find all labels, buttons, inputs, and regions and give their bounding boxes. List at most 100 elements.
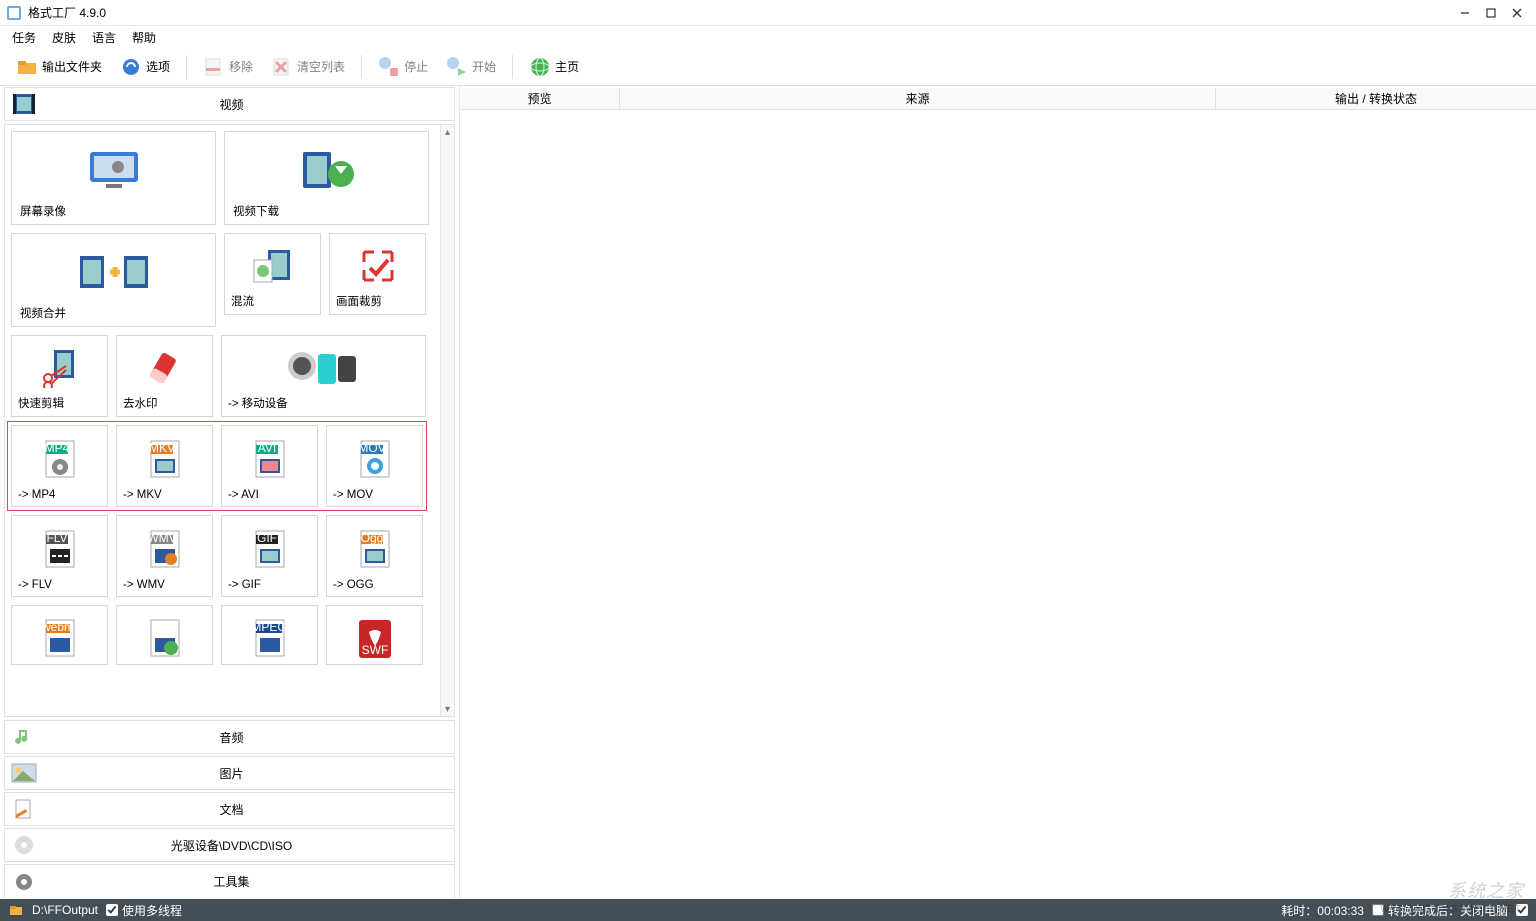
output-path[interactable]: D:\FFOutput: [32, 903, 98, 917]
app-icon: [6, 5, 22, 21]
tile-to-mkv[interactable]: MKV -> MKV: [116, 425, 213, 507]
3gp-file-icon: [143, 614, 187, 664]
options-icon: [120, 56, 142, 78]
tile-to-3gp[interactable]: [116, 605, 213, 665]
remove-label: 移除: [229, 58, 253, 75]
remove-button[interactable]: 移除: [197, 53, 259, 81]
close-button[interactable]: [1504, 3, 1530, 23]
tile-label: -> 移动设备: [222, 391, 425, 416]
shutdown-toggle[interactable]: 转换完成后：关闭电脑: [1372, 902, 1508, 919]
avi-file-icon: AVI: [248, 434, 292, 485]
output-folder-button[interactable]: 输出文件夹: [10, 53, 108, 81]
film-icon: [9, 91, 39, 117]
maximize-button[interactable]: [1478, 3, 1504, 23]
tile-to-ogg[interactable]: Ogg -> OGG: [326, 515, 423, 597]
tile-label: 去水印: [117, 391, 212, 416]
task-list-body[interactable]: [460, 110, 1536, 899]
stop-icon: [378, 56, 400, 78]
category-document[interactable]: 文档: [4, 792, 455, 826]
svg-text:AVI: AVI: [257, 441, 275, 455]
tile-label: 屏幕录像: [12, 199, 215, 224]
start-icon: [446, 56, 468, 78]
menu-task[interactable]: 任务: [12, 29, 36, 46]
menu-language[interactable]: 语言: [92, 29, 116, 46]
tile-to-webm[interactable]: webm: [11, 605, 108, 665]
mp4-file-icon: MP4: [38, 434, 82, 485]
gif-file-icon: GIF: [248, 524, 292, 575]
folder-small-icon[interactable]: [8, 902, 24, 918]
category-video[interactable]: 视频: [4, 87, 455, 121]
tile-to-mobile[interactable]: -> 移动设备: [221, 335, 426, 417]
scroll-up-icon[interactable]: ▴: [441, 125, 455, 139]
column-source[interactable]: 来源: [620, 88, 1216, 109]
multithread-toggle[interactable]: 使用多线程: [106, 902, 182, 919]
svg-text:MPEG: MPEG: [251, 620, 286, 634]
category-toolkit-label: 工具集: [39, 873, 454, 890]
tile-to-wmv[interactable]: WMV -> WMV: [116, 515, 213, 597]
category-disc[interactable]: 光驱设备\DVD\CD\ISO: [4, 828, 455, 862]
tile-crop[interactable]: 画面裁剪: [329, 233, 426, 315]
clear-button[interactable]: 清空列表: [265, 53, 351, 81]
tile-to-gif[interactable]: GIF -> GIF: [221, 515, 318, 597]
svg-text:webm: webm: [40, 620, 73, 634]
stop-button[interactable]: 停止: [372, 53, 434, 81]
category-document-label: 文档: [39, 801, 454, 818]
shutdown-checkbox[interactable]: [1372, 904, 1384, 916]
eraser-icon: [145, 344, 185, 391]
tile-to-mpeg[interactable]: MPEG: [221, 605, 318, 665]
start-button[interactable]: 开始: [440, 53, 502, 81]
tile-screen-record[interactable]: 屏幕录像: [11, 131, 216, 225]
multithread-checkbox[interactable]: [106, 904, 118, 916]
tile-quick-cut[interactable]: 快速剪辑: [11, 335, 108, 417]
menu-help[interactable]: 帮助: [132, 29, 156, 46]
highlighted-format-row: MP4 -> MP4 MKV -> MKV AVI -> AVI MOV: [7, 421, 427, 511]
category-disc-label: 光驱设备\DVD\CD\ISO: [39, 837, 454, 854]
menu-skin[interactable]: 皮肤: [52, 29, 76, 46]
toolbar-separator: [512, 55, 513, 79]
ogg-file-icon: Ogg: [353, 524, 397, 575]
video-tiles: 屏幕录像 视频下载 视频合并 混流: [5, 125, 440, 671]
tile-label: 视频合并: [12, 301, 215, 326]
tile-to-avi[interactable]: AVI -> AVI: [221, 425, 318, 507]
mov-file-icon: MOV: [353, 434, 397, 485]
tile-to-swf[interactable]: SWF: [326, 605, 423, 665]
home-label: 主页: [555, 58, 579, 75]
category-toolkit[interactable]: 工具集: [4, 864, 455, 898]
second-status-toggle[interactable]: [1516, 904, 1528, 916]
mobile-devices-icon: [284, 344, 364, 391]
scroll-down-icon[interactable]: ▾: [441, 702, 455, 716]
tile-label: 混流: [225, 289, 320, 314]
svg-text:MOV: MOV: [358, 441, 385, 455]
options-button[interactable]: 选项: [114, 53, 176, 81]
tile-remove-watermark[interactable]: 去水印: [116, 335, 213, 417]
tile-video-download[interactable]: 视频下载: [224, 131, 429, 225]
picture-icon: [9, 760, 39, 786]
home-button[interactable]: 主页: [523, 53, 585, 81]
tile-to-mp4[interactable]: MP4 -> MP4: [11, 425, 108, 507]
tile-label: -> FLV: [12, 575, 107, 596]
toolbar-separator: [361, 55, 362, 79]
svg-text:FLV: FLV: [46, 531, 67, 545]
column-preview[interactable]: 预览: [460, 88, 620, 109]
tiles-scrollbar[interactable]: ▴ ▾: [440, 125, 454, 716]
tile-video-merge[interactable]: 视频合并: [11, 233, 216, 327]
tile-label: -> WMV: [117, 575, 212, 596]
quick-cut-icon: [38, 344, 82, 391]
category-image[interactable]: 图片: [4, 756, 455, 790]
tile-mux[interactable]: 混流: [224, 233, 321, 315]
category-audio[interactable]: 音频: [4, 720, 455, 754]
mux-icon: [248, 242, 298, 289]
tile-to-flv[interactable]: FLV -> FLV: [11, 515, 108, 597]
task-list-header: 预览 来源 输出 / 转换状态: [460, 88, 1536, 110]
category-image-label: 图片: [39, 765, 454, 782]
multithread-label: 使用多线程: [122, 902, 182, 919]
column-status[interactable]: 输出 / 转换状态: [1216, 88, 1536, 109]
svg-text:MP4: MP4: [44, 441, 69, 455]
remove-icon: [203, 56, 225, 78]
tile-to-mov[interactable]: MOV -> MOV: [326, 425, 423, 507]
main-area: 视频 屏幕录像 视频下载 视: [0, 86, 1536, 899]
category-video-label: 视频: [39, 96, 454, 113]
minimize-button[interactable]: [1452, 3, 1478, 23]
second-status-checkbox[interactable]: [1516, 904, 1528, 916]
flv-file-icon: FLV: [38, 524, 82, 575]
